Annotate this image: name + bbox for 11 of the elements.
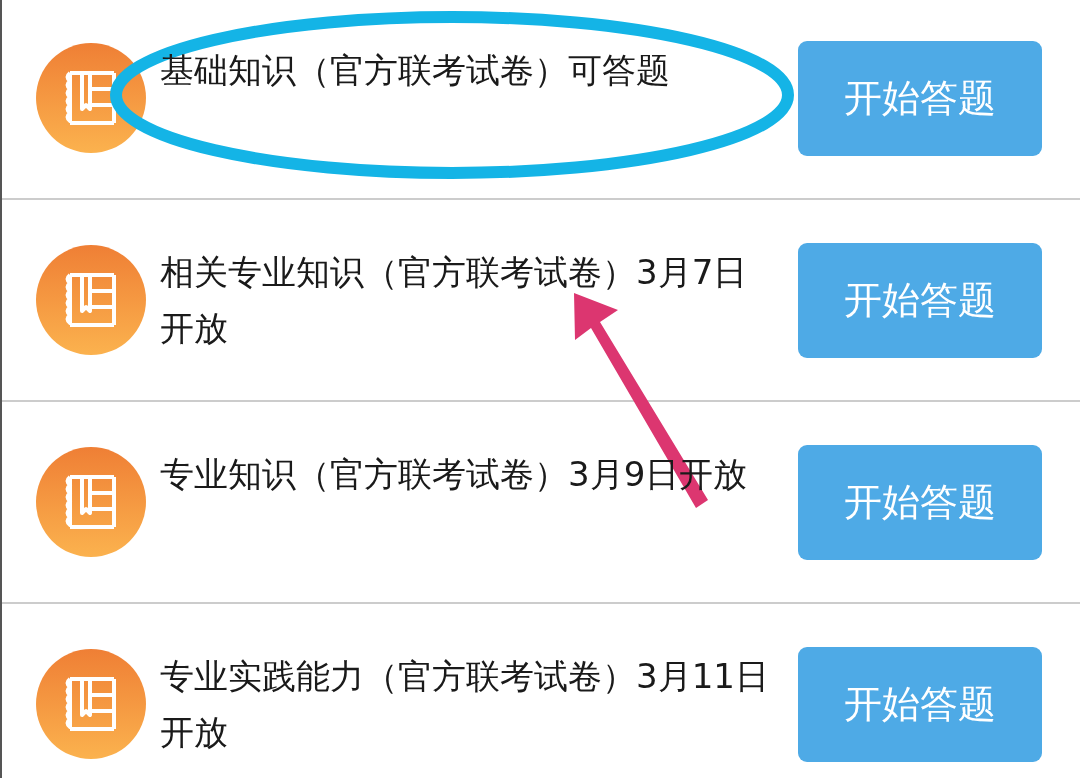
start-answer-button[interactable]: 开始答题 [798, 40, 1042, 156]
exam-title: 相关专业知识（官方联考试卷）3月7日开放 [160, 251, 749, 350]
start-answer-button[interactable]: 开始答题 [798, 444, 1042, 560]
exam-title: 专业实践能力（官方联考试卷）3月11日开放 [160, 655, 770, 754]
book-icon [36, 447, 146, 557]
book-icon [36, 43, 146, 153]
start-answer-button[interactable]: 开始答题 [798, 646, 1042, 762]
exam-title: 基础知识（官方联考试卷）可答题 [160, 49, 671, 92]
book-icon [36, 649, 146, 759]
book-icon [36, 245, 146, 355]
start-answer-button[interactable]: 开始答题 [798, 242, 1042, 358]
